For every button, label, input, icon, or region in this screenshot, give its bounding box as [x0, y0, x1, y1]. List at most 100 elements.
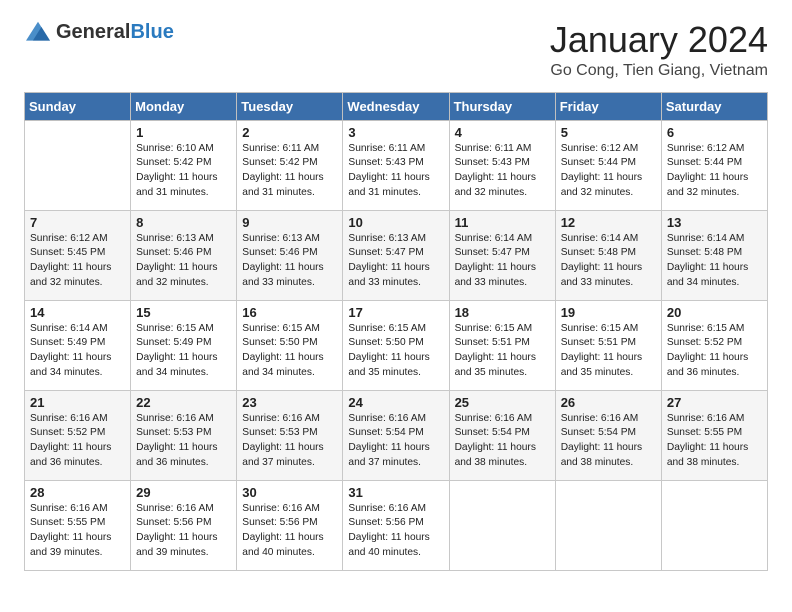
- cell-info: Sunrise: 6:15 AMSunset: 5:50 PMDaylight:…: [348, 322, 443, 381]
- day-number: 10: [348, 215, 443, 230]
- day-number: 5: [561, 125, 656, 140]
- day-number: 30: [242, 485, 337, 500]
- cell-info: Sunrise: 6:13 AMSunset: 5:46 PMDaylight:…: [242, 232, 337, 291]
- day-number: 17: [348, 305, 443, 320]
- calendar-cell: 27 Sunrise: 6:16 AMSunset: 5:55 PMDayligh…: [661, 390, 767, 480]
- cell-info: Sunrise: 6:14 AMSunset: 5:47 PMDaylight:…: [455, 232, 550, 291]
- cell-info: Sunrise: 6:16 AMSunset: 5:56 PMDaylight:…: [348, 502, 443, 561]
- day-number: 28: [30, 485, 125, 500]
- day-number: 7: [30, 215, 125, 230]
- cell-info: Sunrise: 6:11 AMSunset: 5:42 PMDaylight:…: [242, 142, 337, 201]
- calendar-cell: 4 Sunrise: 6:11 AMSunset: 5:43 PMDaylight…: [449, 120, 555, 210]
- logo-icon: [24, 20, 52, 44]
- col-header-saturday: Saturday: [661, 92, 767, 120]
- calendar-cell: 2 Sunrise: 6:11 AMSunset: 5:42 PMDaylight…: [237, 120, 343, 210]
- page-header: General Blue January 2024 Go Cong, Tien …: [24, 20, 768, 80]
- day-number: 14: [30, 305, 125, 320]
- calendar-cell: 8 Sunrise: 6:13 AMSunset: 5:46 PMDaylight…: [131, 210, 237, 300]
- calendar-header-row: SundayMondayTuesdayWednesdayThursdayFrid…: [25, 92, 768, 120]
- day-number: 9: [242, 215, 337, 230]
- day-number: 19: [561, 305, 656, 320]
- calendar-week-row: 14 Sunrise: 6:14 AMSunset: 5:49 PMDayligh…: [25, 300, 768, 390]
- cell-info: Sunrise: 6:14 AMSunset: 5:48 PMDaylight:…: [561, 232, 656, 291]
- calendar-cell: 23 Sunrise: 6:16 AMSunset: 5:53 PMDayligh…: [237, 390, 343, 480]
- cell-info: Sunrise: 6:16 AMSunset: 5:52 PMDaylight:…: [30, 412, 125, 471]
- calendar-cell: 26Sunrise: 6:16 AMSunset: 5:54 PMDayligh…: [555, 390, 661, 480]
- cell-info: Sunrise: 6:14 AMSunset: 5:49 PMDaylight:…: [30, 322, 125, 381]
- day-number: 18: [455, 305, 550, 320]
- calendar-cell: 10 Sunrise: 6:13 AMSunset: 5:47 PMDayligh…: [343, 210, 449, 300]
- cell-info: Sunrise: 6:11 AMSunset: 5:43 PMDaylight:…: [455, 142, 550, 201]
- cell-info: Sunrise: 6:16 AMSunset: 5:55 PMDaylight:…: [667, 412, 762, 471]
- cell-info: Sunrise: 6:16 AMSunset: 5:54 PMDaylight:…: [455, 412, 550, 471]
- calendar-cell: 18 Sunrise: 6:15 AMSunset: 5:51 PMDayligh…: [449, 300, 555, 390]
- calendar-cell: 24Sunrise: 6:16 AMSunset: 5:54 PMDayligh…: [343, 390, 449, 480]
- day-number: 21: [30, 395, 125, 410]
- calendar-week-row: 1Sunrise: 6:10 AMSunset: 5:42 PMDaylight…: [25, 120, 768, 210]
- cell-info: Sunrise: 6:14 AMSunset: 5:48 PMDaylight:…: [667, 232, 762, 291]
- cell-info: Sunrise: 6:16 AMSunset: 5:55 PMDaylight:…: [30, 502, 125, 561]
- calendar-cell: 29Sunrise: 6:16 AMSunset: 5:56 PMDayligh…: [131, 480, 237, 570]
- calendar-cell: 15Sunrise: 6:15 AMSunset: 5:49 PMDayligh…: [131, 300, 237, 390]
- location-title: Go Cong, Tien Giang, Vietnam: [550, 62, 768, 80]
- calendar-cell: 19Sunrise: 6:15 AMSunset: 5:51 PMDayligh…: [555, 300, 661, 390]
- cell-info: Sunrise: 6:10 AMSunset: 5:42 PMDaylight:…: [136, 142, 231, 201]
- day-number: 11: [455, 215, 550, 230]
- calendar-cell: 14 Sunrise: 6:14 AMSunset: 5:49 PMDayligh…: [25, 300, 131, 390]
- day-number: 13: [667, 215, 762, 230]
- calendar-cell: 30 Sunrise: 6:16 AMSunset: 5:56 PMDayligh…: [237, 480, 343, 570]
- col-header-friday: Friday: [555, 92, 661, 120]
- col-header-tuesday: Tuesday: [237, 92, 343, 120]
- calendar-cell: 12Sunrise: 6:14 AMSunset: 5:48 PMDayligh…: [555, 210, 661, 300]
- cell-info: Sunrise: 6:15 AMSunset: 5:50 PMDaylight:…: [242, 322, 337, 381]
- cell-info: Sunrise: 6:16 AMSunset: 5:53 PMDaylight:…: [136, 412, 231, 471]
- day-number: 8: [136, 215, 231, 230]
- calendar-cell: 3Sunrise: 6:11 AMSunset: 5:43 PMDaylight…: [343, 120, 449, 210]
- col-header-monday: Monday: [131, 92, 237, 120]
- cell-info: Sunrise: 6:16 AMSunset: 5:56 PMDaylight:…: [242, 502, 337, 561]
- logo-general-text: General: [56, 22, 130, 42]
- calendar-cell: [661, 480, 767, 570]
- calendar-cell: 20Sunrise: 6:15 AMSunset: 5:52 PMDayligh…: [661, 300, 767, 390]
- calendar-cell: 22 Sunrise: 6:16 AMSunset: 5:53 PMDayligh…: [131, 390, 237, 480]
- cell-info: Sunrise: 6:15 AMSunset: 5:51 PMDaylight:…: [455, 322, 550, 381]
- calendar-cell: 25 Sunrise: 6:16 AMSunset: 5:54 PMDayligh…: [449, 390, 555, 480]
- calendar-cell: 11 Sunrise: 6:14 AMSunset: 5:47 PMDayligh…: [449, 210, 555, 300]
- day-number: 4: [455, 125, 550, 140]
- day-number: 29: [136, 485, 231, 500]
- day-number: 27: [667, 395, 762, 410]
- calendar-cell: 28 Sunrise: 6:16 AMSunset: 5:55 PMDayligh…: [25, 480, 131, 570]
- day-number: 31: [348, 485, 443, 500]
- cell-info: Sunrise: 6:12 AMSunset: 5:45 PMDaylight:…: [30, 232, 125, 291]
- col-header-sunday: Sunday: [25, 92, 131, 120]
- cell-info: Sunrise: 6:13 AMSunset: 5:47 PMDaylight:…: [348, 232, 443, 291]
- calendar-cell: 9 Sunrise: 6:13 AMSunset: 5:46 PMDaylight…: [237, 210, 343, 300]
- cell-info: Sunrise: 6:16 AMSunset: 5:53 PMDaylight:…: [242, 412, 337, 471]
- cell-info: Sunrise: 6:13 AMSunset: 5:46 PMDaylight:…: [136, 232, 231, 291]
- calendar-cell: 16 Sunrise: 6:15 AMSunset: 5:50 PMDayligh…: [237, 300, 343, 390]
- logo-blue-text: Blue: [130, 22, 173, 42]
- day-number: 16: [242, 305, 337, 320]
- calendar-table: SundayMondayTuesdayWednesdayThursdayFrid…: [24, 92, 768, 571]
- col-header-thursday: Thursday: [449, 92, 555, 120]
- calendar-cell: 6Sunrise: 6:12 AMSunset: 5:44 PMDaylight…: [661, 120, 767, 210]
- cell-info: Sunrise: 6:12 AMSunset: 5:44 PMDaylight:…: [561, 142, 656, 201]
- calendar-week-row: 28 Sunrise: 6:16 AMSunset: 5:55 PMDayligh…: [25, 480, 768, 570]
- calendar-week-row: 7 Sunrise: 6:12 AMSunset: 5:45 PMDaylight…: [25, 210, 768, 300]
- title-block: January 2024 Go Cong, Tien Giang, Vietna…: [550, 20, 768, 80]
- calendar-cell: 1Sunrise: 6:10 AMSunset: 5:42 PMDaylight…: [131, 120, 237, 210]
- day-number: 24: [348, 395, 443, 410]
- day-number: 2: [242, 125, 337, 140]
- calendar-cell: 5 Sunrise: 6:12 AMSunset: 5:44 PMDaylight…: [555, 120, 661, 210]
- logo: General Blue: [24, 20, 174, 44]
- day-number: 25: [455, 395, 550, 410]
- col-header-wednesday: Wednesday: [343, 92, 449, 120]
- calendar-cell: 21 Sunrise: 6:16 AMSunset: 5:52 PMDayligh…: [25, 390, 131, 480]
- calendar-cell: 13 Sunrise: 6:14 AMSunset: 5:48 PMDayligh…: [661, 210, 767, 300]
- day-number: 23: [242, 395, 337, 410]
- day-number: 26: [561, 395, 656, 410]
- day-number: 22: [136, 395, 231, 410]
- cell-info: Sunrise: 6:11 AMSunset: 5:43 PMDaylight:…: [348, 142, 443, 201]
- day-number: 6: [667, 125, 762, 140]
- calendar-cell: [25, 120, 131, 210]
